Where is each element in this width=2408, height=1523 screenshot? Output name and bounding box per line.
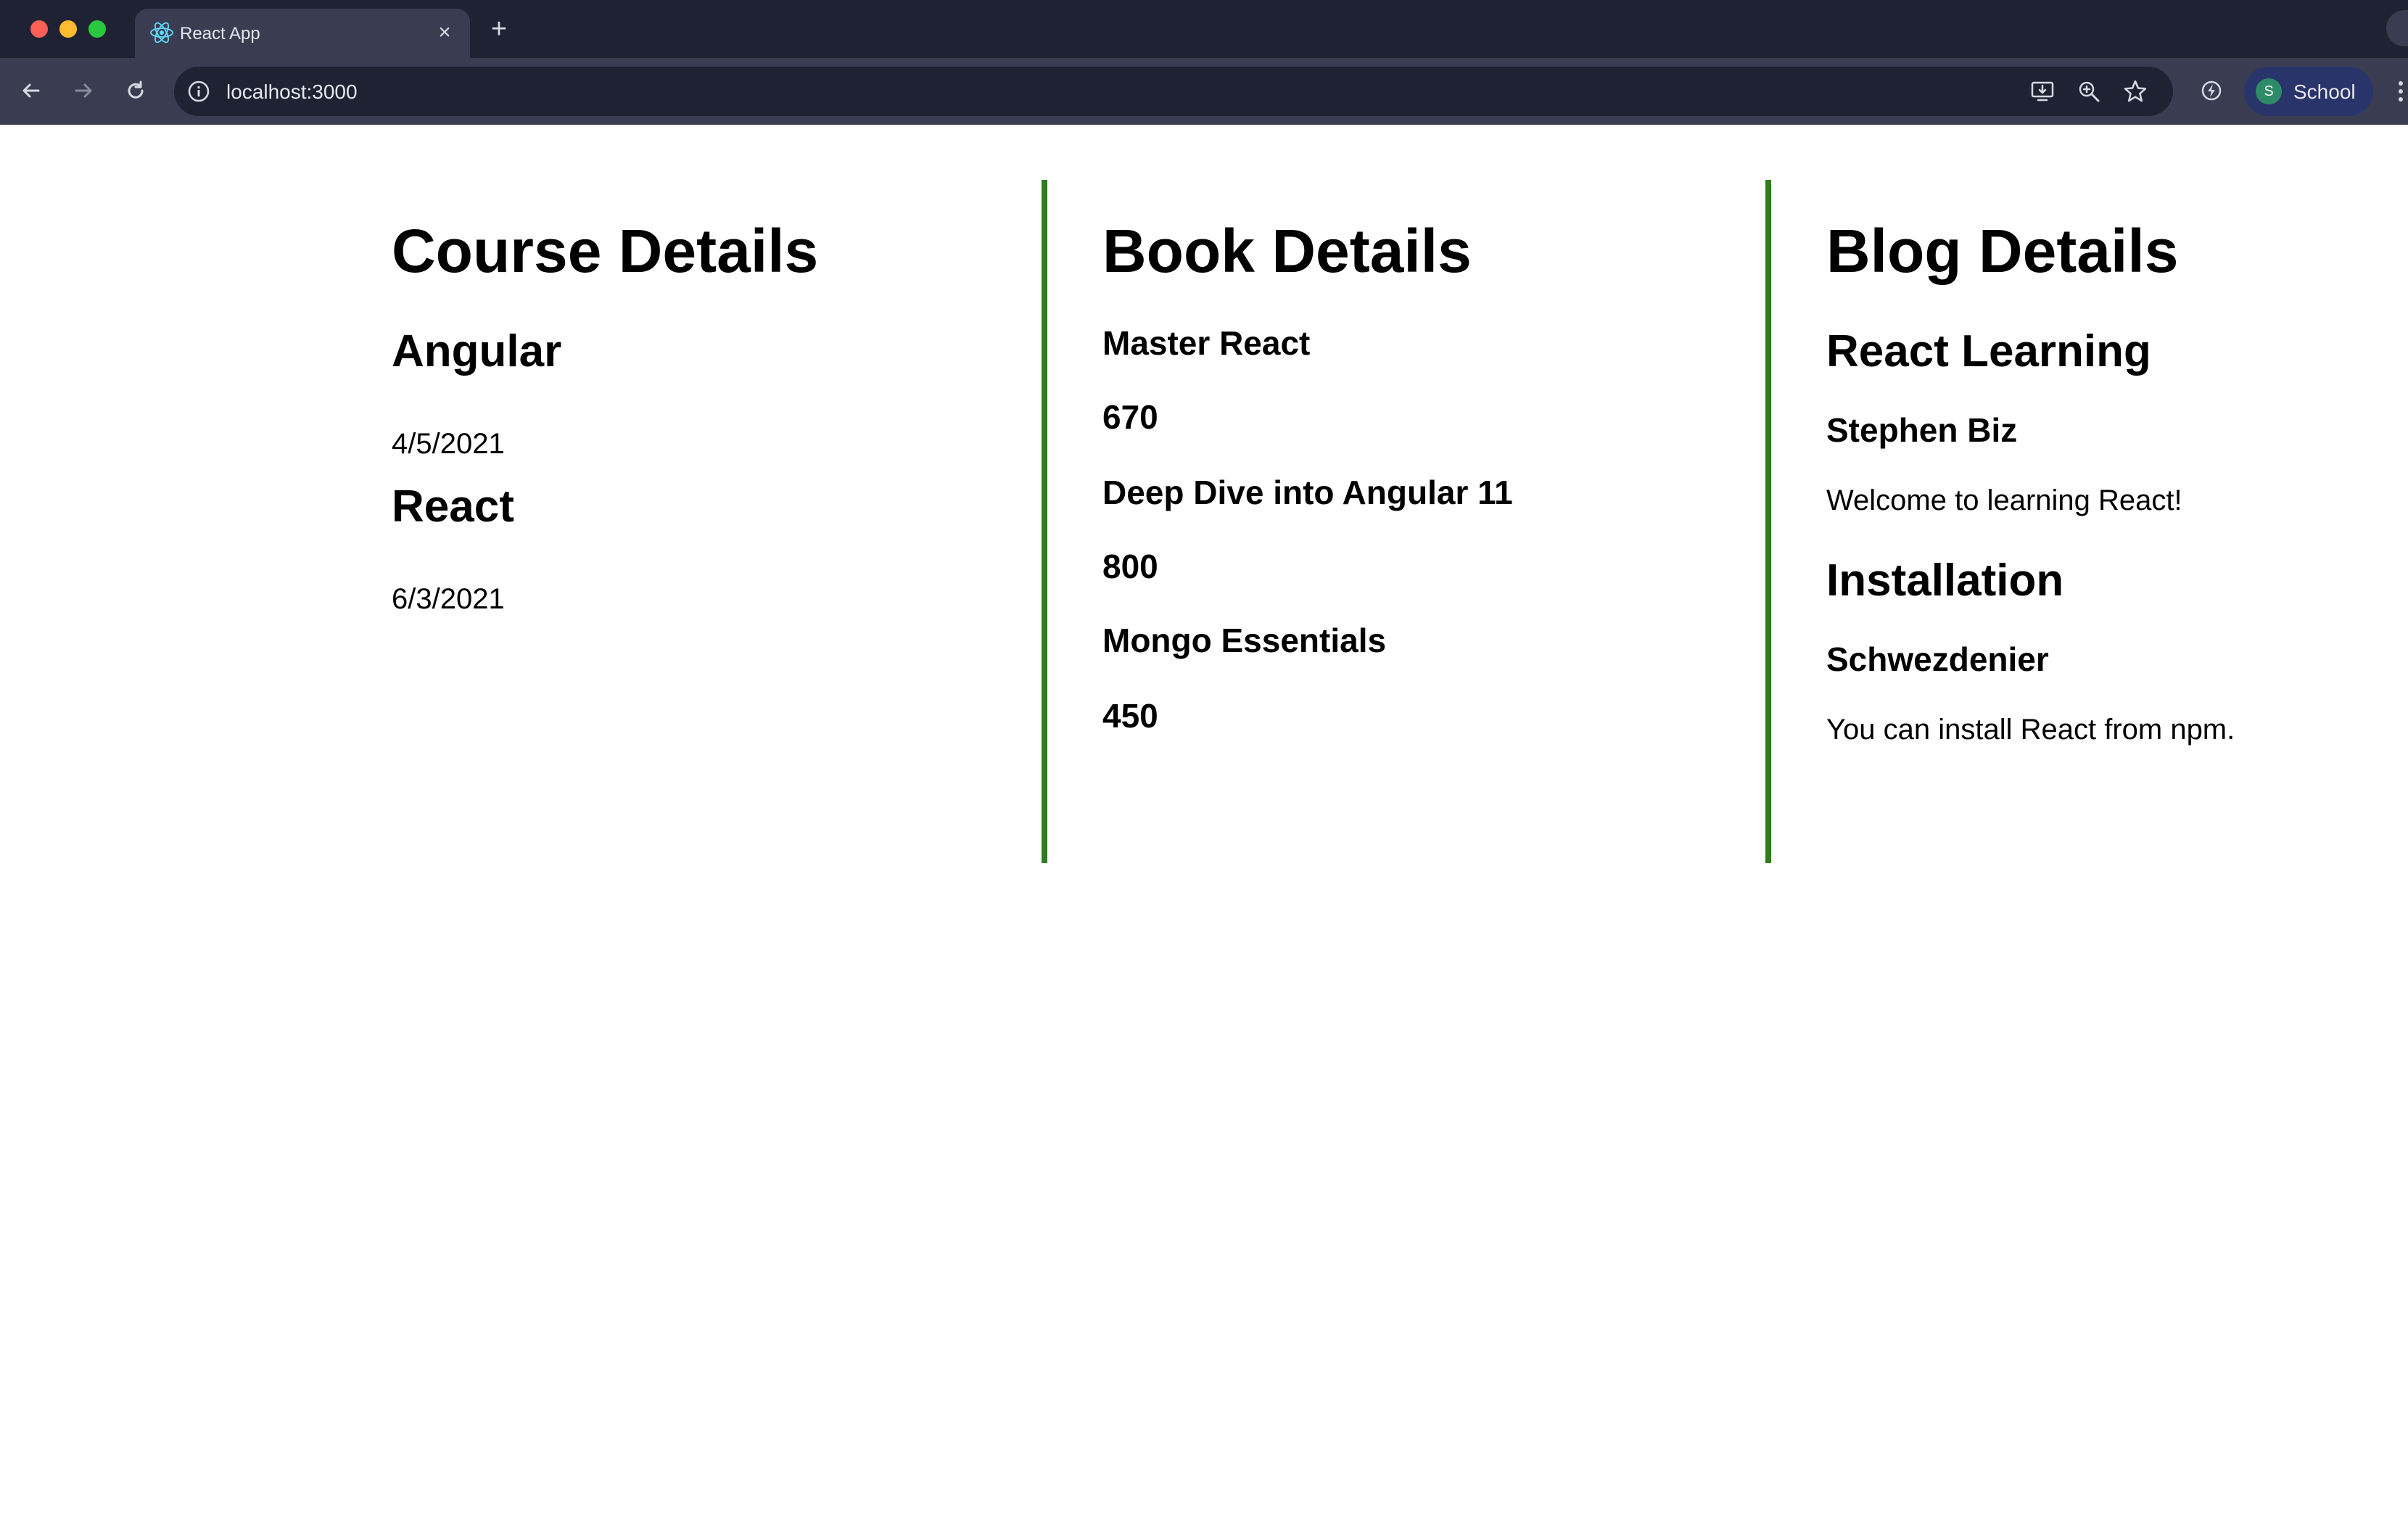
back-arrow-icon (22, 83, 40, 98)
tab-title: React App (180, 24, 260, 44)
url-text[interactable]: localhost:3000 (226, 81, 358, 104)
zoom-icon[interactable] (2074, 77, 2103, 106)
extensions-icon[interactable] (2195, 74, 2228, 107)
site-info-icon[interactable] (186, 78, 212, 104)
course-date: 4/5/2021 (392, 428, 505, 460)
forward-button[interactable] (67, 74, 100, 107)
blog-author: Stephen Biz (1826, 411, 2018, 449)
profile-name: School (2293, 81, 2356, 103)
react-logo-icon (150, 22, 173, 44)
book-price: 800 (1102, 548, 1158, 585)
maximize-window-button[interactable] (88, 20, 106, 38)
avatar: S (2256, 78, 2282, 104)
book-price: 450 (1102, 697, 1158, 735)
address-bar[interactable]: localhost:3000 (174, 67, 2173, 116)
course-date: 6/3/2021 (392, 583, 505, 615)
blog-title: React Learning (1826, 326, 2151, 376)
close-tab-icon[interactable]: × (431, 19, 458, 46)
minimize-window-button[interactable] (59, 20, 77, 38)
new-tab-icon[interactable]: + (485, 15, 514, 44)
blog-details-heading: Blog Details (1826, 217, 2179, 285)
course-name: Angular (392, 326, 562, 376)
browser-tab[interactable]: React App × (135, 9, 470, 58)
page-viewport: Course Details Angular 4/5/2021 React 6/… (0, 125, 2408, 1523)
reload-icon (128, 81, 144, 99)
blog-details-section: Blog Details React Learning Stephen Biz … (1765, 180, 2404, 863)
course-name: React (392, 482, 514, 532)
book-name: Deep Dive into Angular 11 (1102, 474, 1513, 511)
reload-button[interactable] (119, 74, 152, 107)
forward-arrow-icon (75, 83, 92, 98)
browser-toolbar: localhost:3000 S School (0, 58, 2408, 125)
book-details-section: Book Details Master React 670 Deep Dive … (1042, 180, 1765, 863)
close-window-button[interactable] (30, 20, 48, 38)
course-details-heading: Course Details (392, 217, 819, 285)
browser-tab-bar: React App × + (0, 0, 2408, 58)
profile-button[interactable]: S School (2244, 67, 2373, 116)
install-app-icon[interactable] (2028, 77, 2057, 106)
bookmark-star-icon[interactable] (2121, 77, 2150, 106)
more-menu-icon[interactable] (2393, 77, 2408, 106)
tab-search-button[interactable] (2386, 10, 2408, 46)
book-price: 670 (1102, 398, 1158, 436)
course-details-section: Course Details Angular 4/5/2021 React 6/… (392, 180, 1042, 863)
blog-title: Installation (1826, 556, 2064, 606)
book-name: Mongo Essentials (1102, 622, 1387, 659)
blog-content: You can install React from npm. (1826, 714, 2235, 746)
blog-content: Welcome to learning React! (1826, 484, 2182, 516)
book-name: Master React (1102, 324, 1311, 362)
blog-author: Schwezdenier (1826, 640, 2049, 678)
book-details-heading: Book Details (1102, 217, 1472, 285)
back-button[interactable] (15, 74, 48, 107)
